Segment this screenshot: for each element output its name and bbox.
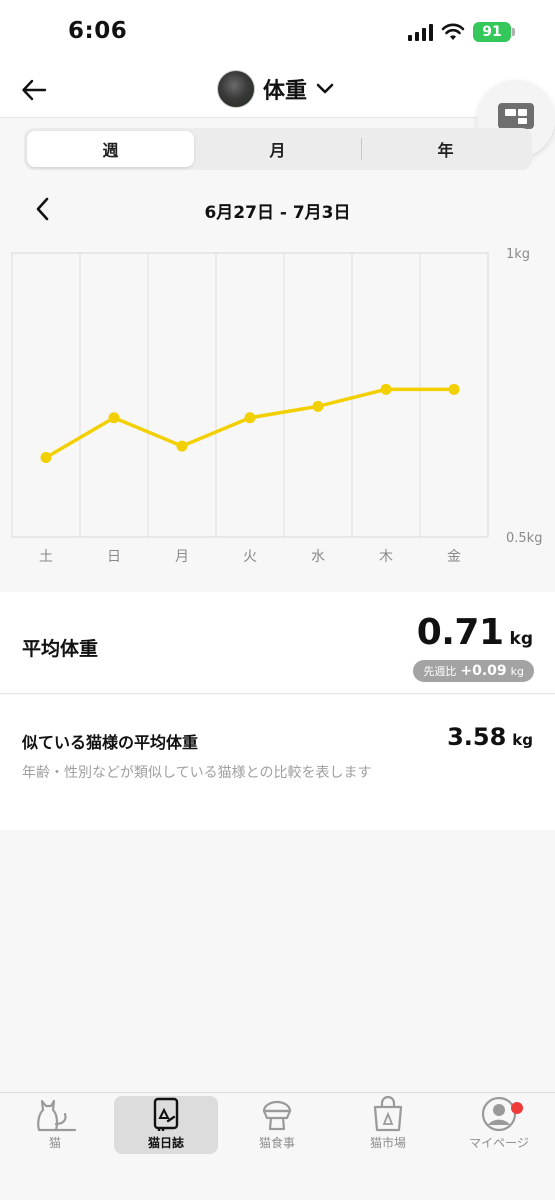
x-tick-label: 日 [107, 549, 121, 565]
battery-level: 91 [482, 24, 502, 40]
weight-line-chart: 土 日 月 火 水 木 金 1kg 0.5kg [11, 247, 542, 565]
profile-icon [481, 1096, 517, 1132]
pet-avatar [217, 70, 255, 108]
tab-food[interactable]: 猫食事 [225, 1096, 329, 1154]
average-weight-label: 平均体重 [22, 638, 99, 660]
pet-selector[interactable]: 体重 [217, 70, 335, 108]
tab-mypage[interactable]: マイページ [447, 1096, 551, 1154]
x-tick-label: 月 [175, 549, 189, 565]
wifi-icon [441, 23, 465, 40]
diff-value: +0.09 [460, 663, 507, 679]
signal-icon [408, 23, 433, 41]
tab-mypage-label: マイページ [469, 1136, 529, 1150]
tab-diary-label: 猫日誌 [147, 1136, 184, 1150]
similar-cats-card: 似ている猫様の平均体重 3.58 kg 年齢・性別などが類似している猫様との比較… [0, 695, 555, 830]
average-weight-unit: kg [509, 629, 533, 649]
status-icons: 91 [408, 22, 515, 42]
y-tick-label-bottom: 0.5kg [506, 531, 542, 546]
tab-diary[interactable]: 猫日誌 [114, 1096, 218, 1154]
tab-week[interactable]: 週 [27, 131, 194, 167]
similar-weight-label: 似ている猫様の平均体重 [22, 733, 199, 752]
date-range-label: 6月27日 - 7月3日 [204, 203, 351, 223]
battery-icon: 91 [473, 22, 515, 42]
back-arrow-icon[interactable] [20, 76, 48, 104]
data-point [448, 383, 460, 395]
tab-market[interactable]: 猫市場 [336, 1096, 440, 1154]
diary-icon [153, 1097, 179, 1131]
weekly-diff-badge: 先週比 +0.09 kg [413, 660, 534, 682]
diff-prefix: 先週比 [423, 665, 457, 678]
header: 体重 [0, 62, 555, 118]
tab-cat-label: 猫 [48, 1136, 61, 1150]
chevron-down-icon [316, 83, 334, 94]
x-tick-label: 水 [311, 549, 325, 565]
tab-month[interactable]: 月 [194, 131, 361, 167]
average-weight-card: 平均体重 0.71 kg 先週比 +0.09 kg [0, 592, 555, 694]
cat-icon [37, 1099, 77, 1132]
tab-year[interactable]: 年 [362, 131, 529, 167]
x-tick-label: 金 [447, 549, 461, 565]
similar-description: 年齢・性別などが類似している猫様との比較を表します [22, 765, 372, 781]
similar-weight-unit: kg [512, 731, 533, 749]
period-segmented-control: 週 月 年 [24, 128, 532, 170]
x-tick-label: 火 [243, 549, 257, 565]
data-point [312, 400, 324, 412]
bottom-tab-bar: 猫 猫日誌 猫食事 猫市場 マイページ [0, 1092, 555, 1200]
average-weight-number: 0.71 [416, 612, 504, 653]
tab-food-label: 猫食事 [258, 1136, 295, 1150]
tab-cat[interactable]: 猫 [3, 1096, 107, 1154]
weight-chart: 土 日 月 火 水 木 金 1kg 0.5kg [0, 240, 555, 580]
data-point [40, 451, 52, 463]
data-point [108, 412, 120, 424]
page-title: 体重 [263, 79, 308, 104]
notification-badge [511, 1102, 523, 1114]
shopping-bag-icon [373, 1096, 403, 1132]
data-point [176, 440, 188, 452]
similar-weight-value: 3.58 kg [447, 723, 533, 751]
average-weight-value: 0.71 kg [417, 612, 533, 653]
food-bowl-icon [262, 1100, 292, 1131]
status-time: 6:06 [68, 18, 128, 44]
data-point [244, 412, 256, 424]
diff-unit: kg [510, 664, 524, 678]
x-tick-label: 木 [379, 549, 393, 565]
similar-weight-number: 3.58 [447, 723, 507, 751]
x-tick-label: 土 [39, 549, 53, 565]
plot-area [11, 252, 489, 538]
y-tick-label-top: 1kg [506, 247, 530, 262]
status-bar: 6:06 91 [0, 0, 555, 62]
tab-market-label: 猫市場 [369, 1136, 406, 1150]
data-point [380, 383, 392, 395]
